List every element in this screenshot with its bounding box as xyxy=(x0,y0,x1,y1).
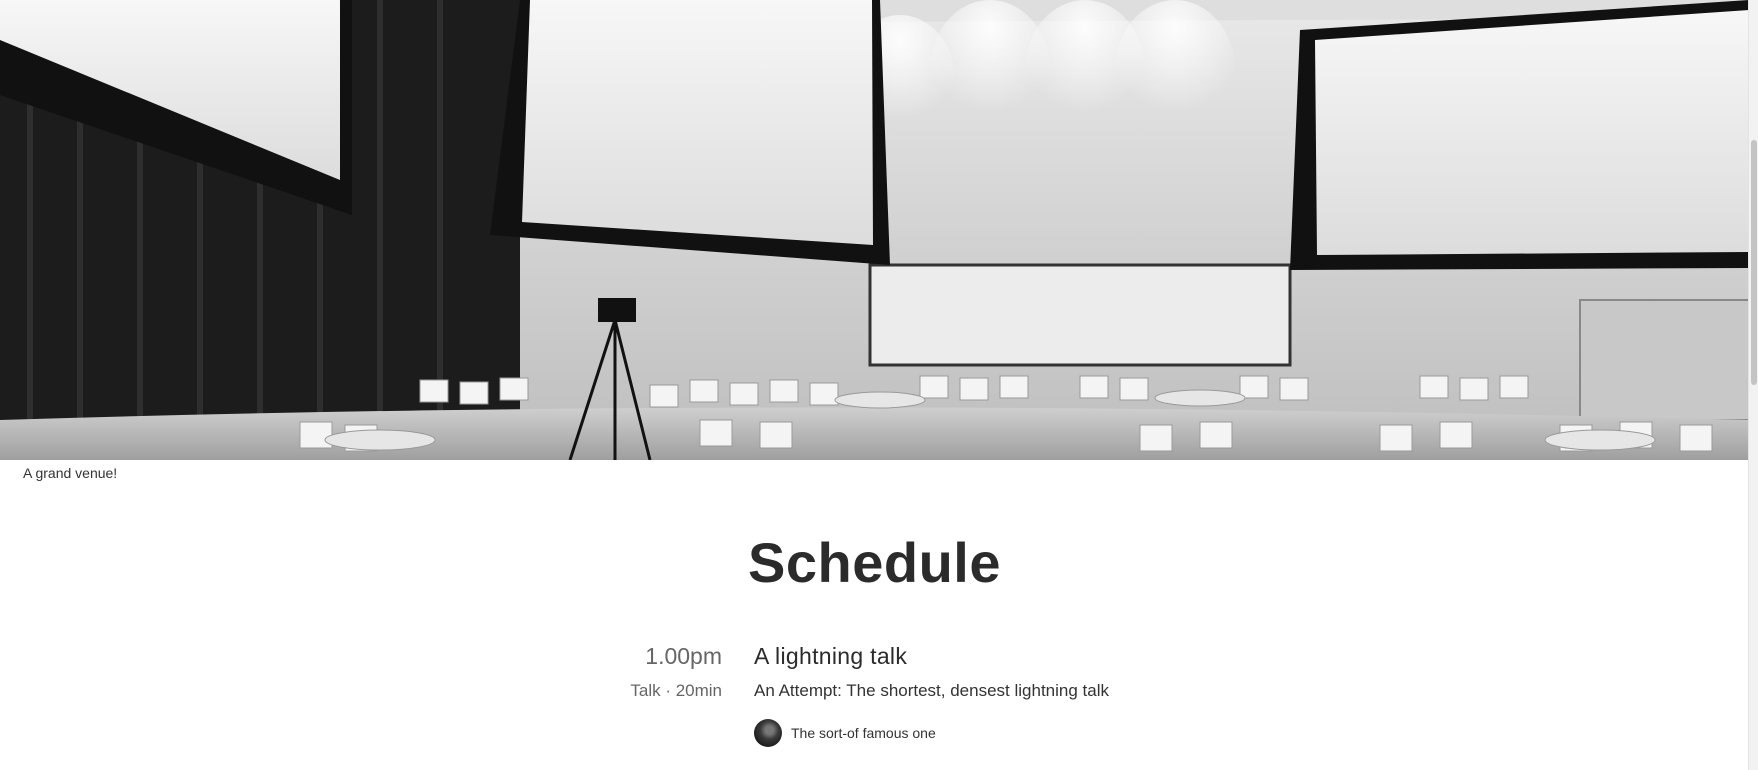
session-time: 1.00pm xyxy=(645,643,722,669)
venue-photo xyxy=(0,0,1749,460)
schedule-heading: Schedule xyxy=(748,531,1001,594)
session-meta: Talk · 20min xyxy=(630,681,722,700)
avatar xyxy=(754,719,782,747)
session-title[interactable]: A lightning talk xyxy=(754,643,907,670)
speaker[interactable]: The sort-of famous one xyxy=(754,719,936,747)
scrollbar[interactable] xyxy=(1748,0,1758,770)
speaker-name: The sort-of famous one xyxy=(791,725,936,741)
image-caption: A grand venue! xyxy=(23,465,118,481)
scrollbar-thumb[interactable] xyxy=(1751,140,1757,385)
session-description: An Attempt: The shortest, densest lightn… xyxy=(754,681,1109,700)
page: A grand venue! Schedule 1.00pm Talk · 20… xyxy=(0,0,1749,770)
